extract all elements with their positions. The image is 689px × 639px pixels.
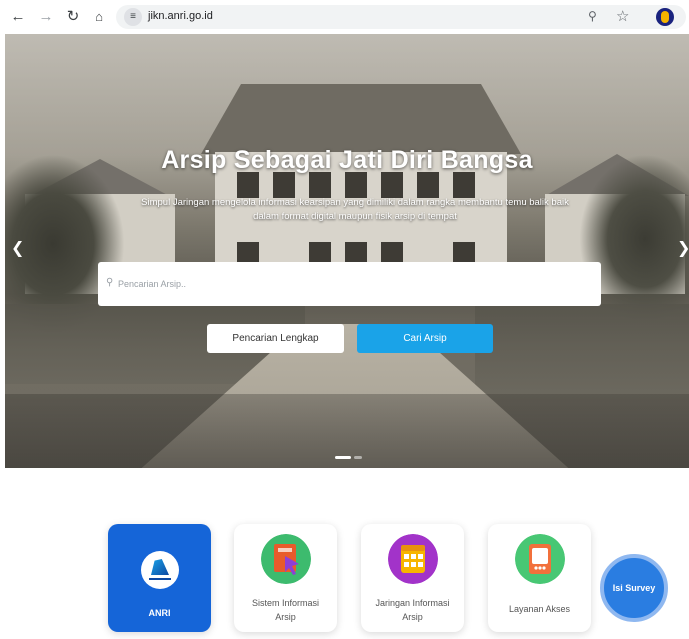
hero-title: Arsip Sebagai Jati Diri Bangsa [161,146,533,174]
card-layanan-akses[interactable]: Layanan Akses [488,524,591,632]
anri-logo-icon [141,551,179,589]
carousel-prev-icon[interactable]: ❮ [11,238,24,258]
search-icon: ⚲ [106,277,114,288]
phone-screen-icon [515,534,565,584]
calendar-grid-icon [388,534,438,584]
search-archive-button[interactable]: Cari Arsip [357,324,493,353]
card-label: Layanan Akses [508,604,571,614]
back-icon[interactable]: ← [8,7,28,27]
carousel-next-icon[interactable]: ❯ [677,238,689,258]
window [345,172,367,198]
site-info-icon[interactable]: ≡ [124,8,142,26]
card-anri[interactable]: ANRI [108,524,211,632]
hero-banner: Arsip Sebagai Jati Diri Bangsa Simpul Ja… [5,34,689,468]
card-sistem-informasi-arsip[interactable]: Sistem Informasi Arsip [234,524,337,632]
address-bar[interactable]: ≡ jikn.anri.go.id ⚲ ☆ [116,5,686,29]
building-roof [201,84,521,154]
carousel-indicators [335,456,365,459]
forward-icon[interactable]: → [36,7,56,27]
archive-search-box[interactable]: ⚲ [98,262,601,306]
zoom-icon[interactable]: ⚲ [588,9,597,23]
archive-search-input[interactable] [118,275,588,293]
window [417,172,439,198]
browser-toolbar: ← → ↻ ⌂ ≡ jikn.anri.go.id ⚲ ☆ [0,0,689,34]
window [309,172,331,198]
folder-pointer-icon [261,534,311,584]
carousel-dot-active[interactable] [335,456,351,459]
card-label: ANRI [148,608,171,618]
window [273,172,295,198]
url-text[interactable]: jikn.anri.go.id [148,10,213,22]
window [237,172,259,198]
survey-button[interactable]: Isi Survey [600,554,668,622]
card-label: Sistem Informasi Arsip [251,598,320,622]
hero-subtitle: Simpul Jaringan mengelola informasi kear… [141,197,569,222]
card-jaringan-informasi-arsip[interactable]: Jaringan Informasi Arsip [361,524,464,632]
star-icon[interactable]: ☆ [616,7,629,25]
home-icon[interactable]: ⌂ [89,7,109,27]
reload-icon[interactable]: ↻ [63,7,83,27]
profile-icon[interactable] [656,8,674,26]
carousel-dot[interactable] [354,456,362,459]
window [453,172,475,198]
full-search-button[interactable]: Pencarian Lengkap [207,324,344,353]
card-label: Jaringan Informasi Arsip [375,598,450,622]
window [381,172,403,198]
lawn [475,304,689,394]
